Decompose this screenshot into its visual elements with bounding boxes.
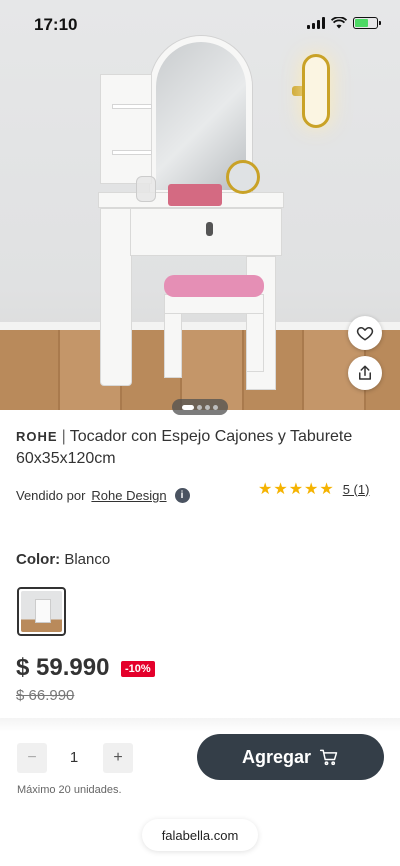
gallery-dot[interactable] (182, 404, 194, 410)
brand-name[interactable]: ROHE (16, 429, 58, 444)
cart-icon (319, 749, 338, 766)
title-separator: | (61, 428, 66, 445)
rating-count-link[interactable]: 5 (1) (343, 482, 370, 497)
browser-url-bar[interactable]: falabella.com (142, 819, 258, 851)
image-vanity-left-leg (100, 208, 132, 386)
image-jewelry-box (168, 184, 222, 206)
gallery-dot[interactable] (197, 404, 202, 410)
quantity-decrease-button[interactable]: − (17, 743, 47, 773)
color-swatch-blanco[interactable] (17, 587, 66, 636)
heart-icon (356, 327, 374, 341)
product-rating[interactable]: ★★★★★ 5 (1) (258, 479, 369, 499)
max-quantity-note: Máximo 20 unidades. (17, 784, 122, 796)
share-icon (359, 365, 371, 380)
rating-stars: ★★★★★ (258, 481, 335, 498)
image-shelf (112, 104, 152, 109)
seller-info: Vendido por Rohe Design i (16, 488, 190, 503)
status-icons (307, 17, 381, 29)
old-price: $ 66.990 (16, 687, 75, 704)
current-price: $ 59.990 (16, 654, 110, 681)
add-to-cart-button[interactable]: Agregar (197, 734, 384, 780)
product-name: Tocador con Espejo Cajones y Taburete 60… (16, 428, 353, 467)
status-bar: 17:10 (0, 0, 400, 48)
favorite-button[interactable] (348, 316, 382, 350)
gallery-dot[interactable] (205, 404, 210, 410)
status-time: 17:10 (34, 15, 78, 34)
quantity-value[interactable]: 1 (62, 749, 86, 766)
color-label-title: Color: (16, 551, 61, 568)
product-title: ROHE | Tocador con Espejo Cajones y Tabure… (16, 426, 376, 470)
image-wall-sconce (302, 54, 330, 128)
image-perfume (136, 176, 156, 202)
add-to-cart-label: Agregar (241, 746, 312, 767)
image-round-mirror (226, 160, 260, 194)
wifi-icon (331, 17, 347, 29)
image-shelf-column (100, 74, 152, 184)
gallery-dot[interactable] (213, 404, 218, 410)
info-icon[interactable]: i (174, 488, 190, 503)
seller-link[interactable]: Rohe Design (91, 488, 166, 503)
section-divider (0, 718, 400, 732)
image-floor (0, 330, 400, 410)
quantity-increase-button[interactable]: + (103, 743, 133, 773)
battery-icon (353, 17, 381, 29)
image-drawer-key (206, 222, 213, 236)
product-image[interactable] (0, 0, 400, 410)
image-stool-cushion (164, 275, 264, 297)
image-stool-leg (164, 312, 182, 378)
color-label: Color: Blanco (16, 551, 110, 568)
share-button[interactable] (348, 356, 382, 390)
discount-badge: -10% (121, 661, 155, 677)
image-stool-body (164, 294, 264, 314)
gallery-pagination[interactable] (172, 399, 228, 415)
signal-icon (307, 17, 325, 29)
swatch-thumbnail (21, 591, 62, 632)
image-stool-leg (246, 312, 264, 372)
color-value: Blanco (64, 551, 111, 568)
image-shelf (112, 150, 152, 155)
seller-prefix: Vendido por (16, 488, 86, 503)
